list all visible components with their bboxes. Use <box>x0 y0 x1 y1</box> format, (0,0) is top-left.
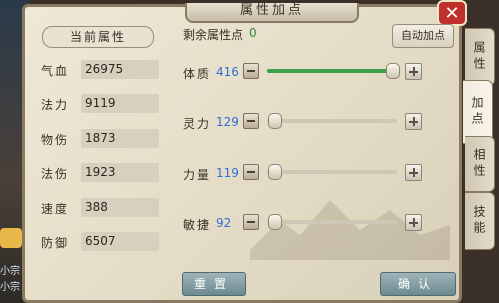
remaining-points-label: 剩余属性点 <box>183 28 244 42</box>
stat-row: 速度 388 <box>41 198 161 218</box>
attribute-label: 力量 <box>183 168 212 182</box>
increase-button[interactable] <box>405 164 422 181</box>
stat-label: 防御 <box>41 236 70 250</box>
window-title: 属性加点 <box>185 3 359 23</box>
stat-value: 26975 <box>81 60 159 79</box>
chat-line: 小宗 <box>0 266 20 277</box>
attribute-row: 体质 416 <box>183 63 453 83</box>
remaining-points-value: 0 <box>249 26 257 40</box>
stat-value: 388 <box>81 198 159 217</box>
attribute-value: 119 <box>216 166 239 180</box>
attribute-value: 416 <box>216 65 239 79</box>
attribute-value: 129 <box>216 115 239 129</box>
stat-label: 物伤 <box>41 133 70 147</box>
auto-assign-button[interactable]: 自动加点 <box>392 24 454 48</box>
stat-row: 法伤 1923 <box>41 163 161 183</box>
attribute-label: 敏捷 <box>183 218 212 232</box>
attribute-label: 体质 <box>183 67 212 81</box>
decrease-button[interactable] <box>243 164 259 180</box>
stat-row: 法力 9119 <box>41 94 161 114</box>
slider-fill <box>267 69 397 73</box>
reset-button[interactable]: 重置 <box>182 272 246 296</box>
attribute-row: 敏捷 92 <box>183 214 453 234</box>
attribute-slider[interactable] <box>267 63 400 79</box>
attribute-row: 灵力 129 <box>183 113 453 133</box>
slider-knob[interactable] <box>268 214 282 230</box>
attribute-slider[interactable] <box>267 113 397 129</box>
increase-button[interactable] <box>405 113 422 130</box>
stat-label: 法力 <box>41 98 70 112</box>
attribute-slider[interactable] <box>267 164 397 180</box>
tab-skills[interactable]: 技能 <box>465 192 495 250</box>
tab-affinity[interactable]: 相性 <box>465 136 495 192</box>
stat-label: 法伤 <box>41 167 70 181</box>
tab-add-points[interactable]: 加点 <box>463 80 493 144</box>
stat-row: 气血 26975 <box>41 60 161 80</box>
attribute-row: 力量 119 <box>183 164 453 184</box>
attribute-value: 92 <box>216 216 232 230</box>
chat-line: 小宗 <box>0 282 20 293</box>
chat-icon[interactable] <box>0 228 22 248</box>
stat-value: 9119 <box>81 94 159 113</box>
decrease-button[interactable] <box>243 214 259 230</box>
attribute-label: 灵力 <box>183 117 212 131</box>
current-stats-header: 当前属性 <box>42 26 154 48</box>
close-button[interactable]: ✕ <box>437 0 467 26</box>
confirm-button[interactable]: 确认 <box>380 272 456 296</box>
stat-row: 防御 6507 <box>41 232 161 252</box>
attribute-slider[interactable] <box>267 214 397 230</box>
stat-row: 物伤 1873 <box>41 129 161 149</box>
decrease-button[interactable] <box>243 63 259 79</box>
slider-knob[interactable] <box>268 113 282 129</box>
tab-attributes[interactable]: 属性 <box>465 28 495 86</box>
stat-label: 速度 <box>41 202 70 216</box>
increase-button[interactable] <box>405 214 422 231</box>
slider-knob[interactable] <box>268 164 282 180</box>
stat-value: 1873 <box>81 129 159 148</box>
stat-label: 气血 <box>41 64 70 78</box>
current-stats-panel: 当前属性 气血 26975 法力 9119 物伤 1873 法伤 1923 速度… <box>34 24 162 259</box>
decrease-button[interactable] <box>243 113 259 129</box>
increase-button[interactable] <box>405 63 422 80</box>
stat-value: 6507 <box>81 232 159 251</box>
stat-value: 1923 <box>81 163 159 182</box>
slider-knob[interactable] <box>386 63 400 79</box>
